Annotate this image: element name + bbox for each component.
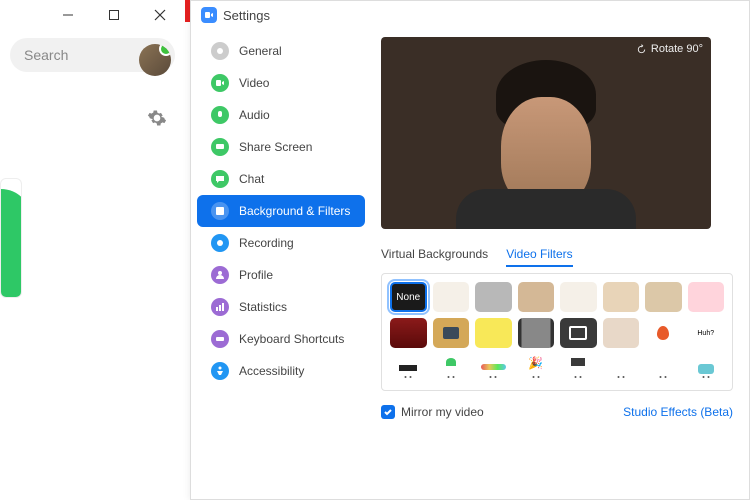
sidebar-item-label: General — [239, 44, 282, 58]
sidebar-item-share-screen[interactable]: Share Screen — [197, 131, 365, 163]
studio-effects-link[interactable]: Studio Effects (Beta) — [623, 405, 733, 419]
zoom-app-icon — [201, 7, 217, 23]
filter-thumbnail[interactable] — [433, 354, 470, 382]
sidebar-item-label: Statistics — [239, 300, 287, 314]
settings-sidebar: General Video Audio Share Screen Chat Ba… — [191, 29, 371, 499]
filter-thumbnail[interactable] — [560, 282, 597, 312]
filter-thumbnail[interactable] — [518, 354, 555, 382]
mirror-video-label: Mirror my video — [401, 405, 484, 419]
sidebar-item-background-filters[interactable]: Background & Filters — [197, 195, 365, 227]
sidebar-item-general[interactable]: General — [197, 35, 365, 67]
audio-icon — [211, 106, 229, 124]
filter-thumbnail[interactable] — [645, 354, 682, 382]
settings-title: Settings — [223, 8, 270, 23]
sidebar-item-label: Keyboard Shortcuts — [239, 332, 344, 346]
filter-thumbnail[interactable] — [688, 354, 725, 382]
sidebar-item-label: Background & Filters — [239, 204, 350, 218]
close-button[interactable] — [137, 0, 183, 30]
filter-thumbnail[interactable] — [518, 282, 555, 312]
filter-thumbnail[interactable] — [603, 282, 640, 312]
filter-thumbnail[interactable] — [603, 354, 640, 382]
window-titlebar — [0, 0, 185, 30]
settings-header: Settings — [191, 1, 749, 29]
background-window: Search — [0, 0, 185, 500]
keyboard-icon — [211, 330, 229, 348]
mirror-video-checkbox[interactable]: Mirror my video — [381, 405, 484, 419]
filter-thumbnail[interactable] — [645, 282, 682, 312]
settings-panel: Settings General Video Audio Share Scree… — [190, 0, 750, 500]
rotate-icon — [636, 44, 647, 55]
filter-thumbnail[interactable] — [390, 354, 427, 382]
sidebar-item-label: Recording — [239, 236, 294, 250]
recording-icon — [211, 234, 229, 252]
rotate-label: Rotate 90° — [651, 43, 703, 55]
accessibility-icon — [211, 362, 229, 380]
sidebar-item-label: Video — [239, 76, 269, 90]
sidebar-item-label: Accessibility — [239, 364, 304, 378]
sidebar-item-statistics[interactable]: Statistics — [197, 291, 365, 323]
filter-thumbnail[interactable] — [645, 318, 682, 348]
decorative-card — [0, 178, 22, 298]
share-screen-icon — [211, 138, 229, 156]
sidebar-item-label: Profile — [239, 268, 273, 282]
filter-thumbnail[interactable] — [433, 318, 470, 348]
profile-icon — [211, 266, 229, 284]
filter-thumbnail[interactable] — [518, 318, 555, 348]
sidebar-item-label: Share Screen — [239, 140, 312, 154]
tab-virtual-backgrounds[interactable]: Virtual Backgrounds — [381, 247, 488, 267]
filter-thumbnail[interactable] — [475, 282, 512, 312]
filter-thumbnail[interactable] — [475, 354, 512, 382]
sidebar-item-accessibility[interactable]: Accessibility — [197, 355, 365, 387]
sidebar-item-chat[interactable]: Chat — [197, 163, 365, 195]
search-placeholder: Search — [24, 47, 68, 63]
sidebar-item-keyboard-shortcuts[interactable]: Keyboard Shortcuts — [197, 323, 365, 355]
filters-container: None Huh? — [381, 273, 733, 391]
video-preview: Rotate 90° — [381, 37, 711, 229]
sidebar-item-recording[interactable]: Recording — [197, 227, 365, 259]
filter-thumbnail[interactable] — [560, 354, 597, 382]
settings-main: Rotate 90° Virtual Backgrounds Video Fil… — [371, 29, 749, 499]
filter-thumbnail[interactable] — [433, 282, 470, 312]
tab-video-filters[interactable]: Video Filters — [506, 247, 572, 267]
rotate-button[interactable]: Rotate 90° — [636, 43, 703, 55]
chat-icon — [211, 170, 229, 188]
filter-thumbnail[interactable] — [688, 282, 725, 312]
background-filters-icon — [211, 202, 229, 220]
sidebar-item-video[interactable]: Video — [197, 67, 365, 99]
filter-tabs: Virtual Backgrounds Video Filters — [381, 247, 733, 267]
general-icon — [211, 42, 229, 60]
filter-thumbnail[interactable]: Huh? — [688, 318, 725, 348]
sidebar-item-profile[interactable]: Profile — [197, 259, 365, 291]
user-avatar[interactable] — [139, 44, 171, 76]
minimize-button[interactable] — [45, 0, 91, 30]
filter-thumbnail[interactable] — [603, 318, 640, 348]
maximize-button[interactable] — [91, 0, 137, 30]
checkbox-checked-icon — [381, 405, 395, 419]
statistics-icon — [211, 298, 229, 316]
filter-none[interactable]: None — [390, 282, 427, 312]
filter-thumbnail[interactable] — [560, 318, 597, 348]
sidebar-item-audio[interactable]: Audio — [197, 99, 365, 131]
settings-gear-icon[interactable] — [147, 108, 167, 133]
sidebar-item-label: Chat — [239, 172, 264, 186]
sidebar-item-label: Audio — [239, 108, 270, 122]
filter-thumbnail[interactable] — [390, 318, 427, 348]
filter-thumbnail[interactable] — [475, 318, 512, 348]
video-icon — [211, 74, 229, 92]
